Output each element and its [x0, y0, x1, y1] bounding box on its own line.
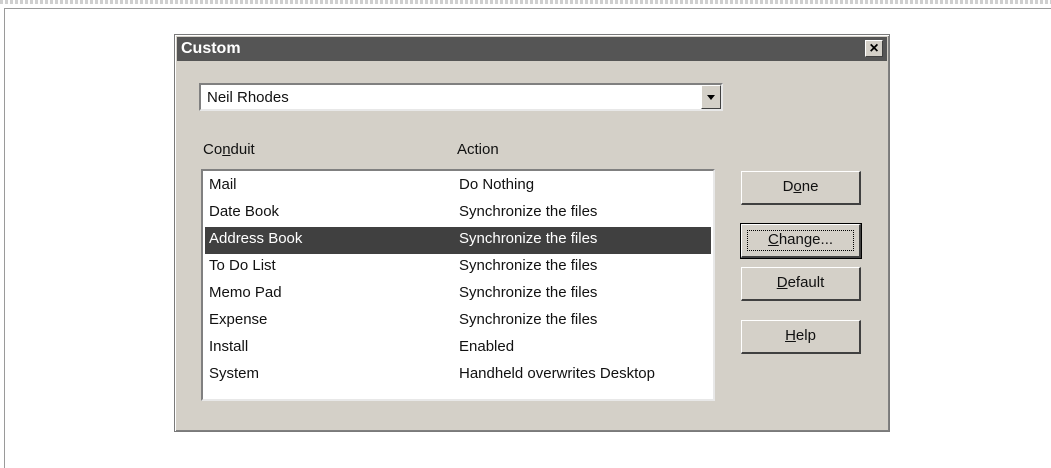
list-row-expense[interactable]: Expense Synchronize the files — [205, 308, 711, 335]
top-rule — [0, 0, 1051, 4]
title-bar[interactable]: Custom × — [177, 37, 887, 61]
conduit-list[interactable]: Mail Do Nothing Date Book Synchronize the f… — [201, 169, 715, 401]
list-row-address-book[interactable]: Address Book Synchronize the files — [205, 227, 711, 254]
action-cell: Enabled — [459, 338, 515, 355]
list-row-system[interactable]: System Handheld overwrites Desktop — [205, 362, 711, 389]
action-cell: Synchronize the files — [459, 257, 598, 274]
conduit-cell: Mail — [209, 176, 237, 193]
conduit-cell: Address Book — [209, 230, 303, 247]
action-cell: Synchronize the files — [459, 284, 598, 301]
conduit-cell: System — [209, 365, 260, 382]
conduit-cell: Install — [209, 338, 249, 355]
custom-dialog: Custom × Neil Rhodes Conduit Action Mail… — [174, 34, 890, 432]
list-row-mail[interactable]: Mail Do Nothing — [205, 173, 711, 200]
list-row-memo-pad[interactable]: Memo Pad Synchronize the files — [205, 281, 711, 308]
help-button[interactable]: Help — [741, 320, 861, 354]
done-button[interactable]: Done — [741, 171, 861, 205]
action-cell: Synchronize the files — [459, 311, 598, 328]
close-icon: × — [869, 40, 879, 57]
conduit-cell: Date Book — [209, 203, 280, 220]
change-button[interactable]: Change... — [740, 223, 862, 259]
done-button-label: Done — [782, 178, 819, 195]
dialog-title: Custom — [181, 40, 241, 57]
close-button[interactable]: × — [865, 40, 883, 57]
user-dropdown[interactable]: Neil Rhodes — [199, 83, 723, 111]
column-header-action: Action — [457, 141, 499, 158]
list-row-date-book[interactable]: Date Book Synchronize the files — [205, 200, 711, 227]
conduit-header-suffix: duit — [230, 141, 255, 158]
default-button[interactable]: Default — [741, 267, 861, 301]
page: Custom × Neil Rhodes Conduit Action Mail… — [0, 0, 1051, 468]
list-row-install[interactable]: Install Enabled — [205, 335, 711, 362]
action-cell: Synchronize the files — [459, 203, 598, 220]
dropdown-arrow-button[interactable] — [701, 85, 721, 109]
conduit-header-prefix: Co — [203, 141, 223, 158]
column-header-conduit: Conduit — [203, 141, 255, 159]
list-row-to-do-list[interactable]: To Do List Synchronize the files — [205, 254, 711, 281]
conduit-cell: Memo Pad — [209, 284, 282, 301]
chevron-down-icon — [707, 95, 715, 100]
action-cell: Do Nothing — [459, 176, 535, 193]
conduit-header-mnemonic: n — [222, 141, 231, 158]
action-cell: Handheld overwrites Desktop — [459, 365, 655, 382]
conduit-cell: To Do List — [209, 257, 276, 274]
user-dropdown-value: Neil Rhodes — [207, 89, 289, 106]
help-button-label: Help — [785, 327, 816, 344]
conduit-cell: Expense — [209, 311, 268, 328]
default-button-label: Default — [776, 274, 825, 291]
change-button-label: Change... — [767, 231, 834, 248]
action-cell: Synchronize the files — [459, 230, 598, 247]
